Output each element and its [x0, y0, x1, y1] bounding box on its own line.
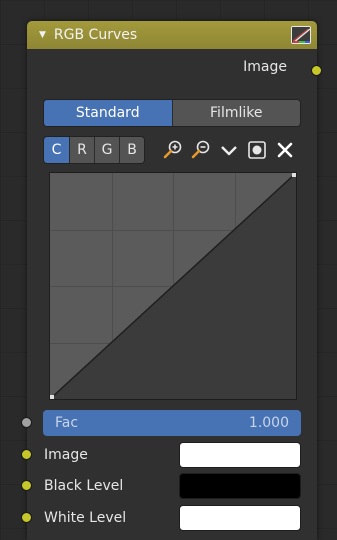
curve-mode-tabs: Standard Filmlike	[43, 99, 301, 127]
input-black-level-row: Black Level	[21, 473, 317, 499]
node-title: RGB Curves	[53, 27, 138, 43]
input-white-level-socket[interactable]	[21, 512, 32, 523]
input-image-socket[interactable]	[21, 449, 32, 460]
clip-icon[interactable]	[246, 139, 268, 161]
fac-slider[interactable]: Fac 1.000	[43, 410, 301, 436]
channel-r-button[interactable]: R	[69, 137, 94, 163]
close-icon[interactable]	[274, 139, 296, 161]
input-white-level-label: White Level	[44, 510, 127, 526]
image-color-field[interactable]	[179, 442, 301, 468]
channel-g-button[interactable]: G	[94, 137, 119, 163]
input-black-level-label: Black Level	[44, 478, 124, 494]
black-level-color-field[interactable]	[179, 473, 301, 499]
curve-tools	[162, 136, 296, 164]
output-image-socket[interactable]	[311, 65, 322, 76]
channel-c-button[interactable]: C	[44, 137, 69, 163]
node-header[interactable]: ▼ RGB Curves	[27, 21, 317, 49]
tab-filmlike[interactable]: Filmlike	[171, 100, 300, 126]
chevron-down-icon[interactable]	[218, 139, 240, 161]
fac-socket[interactable]	[21, 417, 32, 428]
white-level-color-field[interactable]	[179, 505, 301, 531]
fac-value: 1.000	[248, 415, 289, 431]
zoom-in-icon[interactable]	[162, 139, 184, 161]
rgb-curves-node[interactable]: ▼ RGB Curves Image Standard Filmlike C R	[21, 21, 322, 540]
input-white-level-row: White Level	[21, 505, 317, 531]
input-image-label: Image	[44, 447, 88, 463]
curve-control-point[interactable]	[292, 173, 296, 177]
channel-selector: C R G B	[43, 136, 145, 164]
node-preview-icon[interactable]	[291, 26, 311, 44]
channel-b-button[interactable]: B	[119, 137, 144, 163]
curve-editor[interactable]	[49, 172, 297, 400]
fac-label: Fac	[55, 415, 79, 431]
node-editor-canvas[interactable]: ▼ RGB Curves Image Standard Filmlike C R	[0, 0, 337, 540]
output-image-label: Image	[243, 59, 287, 75]
zoom-out-icon[interactable]	[190, 139, 212, 161]
collapse-triangle-icon[interactable]: ▼	[39, 30, 46, 40]
input-black-level-socket[interactable]	[21, 480, 32, 491]
tab-standard[interactable]: Standard	[44, 100, 172, 126]
curve-graph[interactable]	[49, 172, 297, 400]
curve-control-point[interactable]	[50, 395, 54, 399]
input-image-row: Image	[21, 442, 317, 468]
